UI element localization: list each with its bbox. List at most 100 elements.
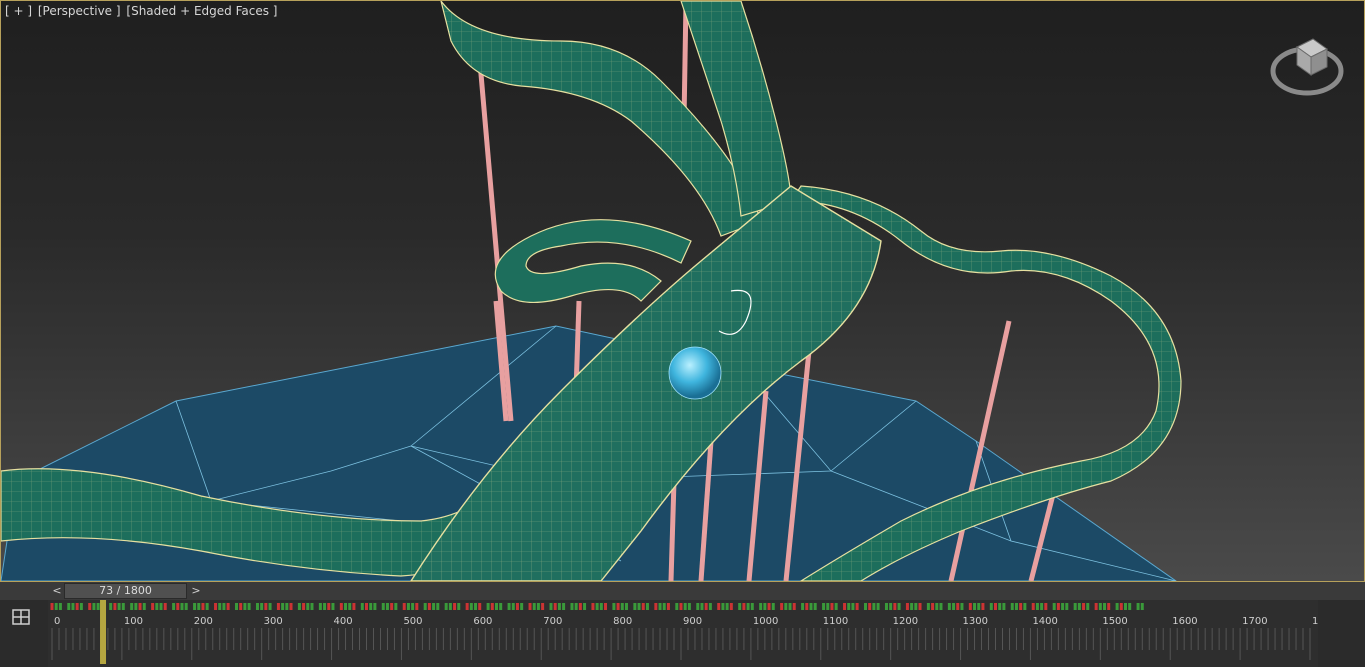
- key-marker[interactable]: [935, 603, 939, 610]
- key-marker[interactable]: [893, 603, 897, 610]
- key-marker[interactable]: [675, 603, 679, 610]
- key-marker[interactable]: [864, 603, 868, 610]
- key-marker[interactable]: [415, 603, 419, 610]
- key-marker[interactable]: [574, 603, 578, 610]
- key-marker[interactable]: [687, 603, 691, 610]
- key-marker[interactable]: [721, 603, 725, 610]
- key-marker[interactable]: [788, 603, 792, 610]
- key-marker[interactable]: [855, 603, 859, 610]
- key-marker[interactable]: [352, 603, 356, 610]
- key-marker[interactable]: [457, 603, 461, 610]
- key-marker[interactable]: [595, 603, 599, 610]
- key-marker[interactable]: [71, 603, 75, 610]
- key-marker[interactable]: [515, 603, 519, 610]
- key-marker[interactable]: [666, 603, 670, 610]
- key-marker[interactable]: [557, 603, 561, 610]
- key-marker[interactable]: [742, 603, 746, 610]
- key-marker[interactable]: [159, 603, 163, 610]
- key-marker[interactable]: [444, 603, 448, 610]
- key-marker[interactable]: [889, 603, 893, 610]
- key-marker[interactable]: [562, 603, 566, 610]
- key-marker[interactable]: [264, 603, 268, 610]
- key-marker[interactable]: [1019, 603, 1023, 610]
- previous-frame-button[interactable]: <: [50, 583, 64, 599]
- key-marker[interactable]: [1023, 603, 1027, 610]
- key-marker[interactable]: [658, 603, 662, 610]
- key-marker[interactable]: [729, 603, 733, 610]
- key-marker[interactable]: [310, 603, 314, 610]
- key-marker[interactable]: [939, 603, 943, 610]
- key-marker[interactable]: [830, 603, 834, 610]
- key-marker[interactable]: [490, 603, 494, 610]
- viewport-point-of-view-menu[interactable]: [Perspective ]: [38, 4, 121, 18]
- time-slider-thumb[interactable]: 73 / 1800: [64, 583, 187, 599]
- key-marker[interactable]: [536, 603, 540, 610]
- key-marker[interactable]: [910, 603, 914, 610]
- key-marker[interactable]: [235, 603, 239, 610]
- key-marker[interactable]: [1107, 603, 1111, 610]
- key-marker[interactable]: [180, 603, 184, 610]
- track-bar[interactable]: 0 100 200 300 400 500 600 700 800 900 1000 1100 1200…: [0, 600, 1365, 667]
- viewport-general-menu[interactable]: [ + ]: [5, 4, 32, 18]
- key-marker[interactable]: [532, 603, 536, 610]
- key-marker[interactable]: [960, 603, 964, 610]
- key-marker[interactable]: [624, 603, 628, 610]
- key-marker[interactable]: [868, 603, 872, 610]
- key-marker[interactable]: [184, 603, 188, 610]
- key-marker[interactable]: [1128, 603, 1132, 610]
- key-marker[interactable]: [151, 603, 155, 610]
- key-marker[interactable]: [784, 603, 788, 610]
- key-marker[interactable]: [872, 603, 876, 610]
- key-marker[interactable]: [302, 603, 306, 610]
- key-marker[interactable]: [474, 603, 478, 610]
- key-marker[interactable]: [947, 603, 951, 610]
- key-marker[interactable]: [260, 603, 264, 610]
- key-marker[interactable]: [427, 603, 431, 610]
- key-marker[interactable]: [746, 603, 750, 610]
- key-marker[interactable]: [348, 603, 352, 610]
- key-marker[interactable]: [1044, 603, 1048, 610]
- key-marker[interactable]: [88, 603, 92, 610]
- key-marker[interactable]: [679, 603, 683, 610]
- key-marker[interactable]: [218, 603, 222, 610]
- key-marker[interactable]: [952, 603, 956, 610]
- key-marker[interactable]: [1035, 603, 1039, 610]
- key-marker[interactable]: [583, 603, 587, 610]
- key-marker[interactable]: [884, 603, 888, 610]
- key-marker[interactable]: [759, 603, 763, 610]
- key-marker[interactable]: [876, 603, 880, 610]
- key-marker[interactable]: [725, 603, 729, 610]
- key-marker[interactable]: [327, 603, 331, 610]
- key-marker[interactable]: [826, 603, 830, 610]
- key-marker[interactable]: [1061, 603, 1065, 610]
- key-marker[interactable]: [1065, 603, 1069, 610]
- key-marker[interactable]: [792, 603, 796, 610]
- key-marker[interactable]: [117, 603, 121, 610]
- key-marker[interactable]: [805, 603, 809, 610]
- key-marker[interactable]: [163, 603, 167, 610]
- key-marker[interactable]: [448, 603, 452, 610]
- key-marker[interactable]: [373, 603, 377, 610]
- key-marker[interactable]: [201, 603, 205, 610]
- key-marker[interactable]: [553, 603, 557, 610]
- key-marker[interactable]: [931, 603, 935, 610]
- key-marker[interactable]: [436, 603, 440, 610]
- key-marker[interactable]: [109, 603, 113, 610]
- key-marker[interactable]: [801, 603, 805, 610]
- track-bar-toggle-icon[interactable]: [10, 606, 32, 628]
- key-marker[interactable]: [1040, 603, 1044, 610]
- rolling-ball[interactable]: [668, 346, 722, 400]
- key-marker[interactable]: [134, 603, 138, 610]
- key-marker[interactable]: [834, 603, 838, 610]
- key-marker[interactable]: [683, 603, 687, 610]
- key-marker[interactable]: [767, 603, 771, 610]
- key-marker[interactable]: [1115, 603, 1119, 610]
- key-marker[interactable]: [1103, 603, 1107, 610]
- key-marker[interactable]: [905, 603, 909, 610]
- key-marker[interactable]: [813, 603, 817, 610]
- key-marker[interactable]: [54, 603, 58, 610]
- key-marker[interactable]: [704, 603, 708, 610]
- key-marker[interactable]: [645, 603, 649, 610]
- key-marker[interactable]: [176, 603, 180, 610]
- key-marker[interactable]: [696, 603, 700, 610]
